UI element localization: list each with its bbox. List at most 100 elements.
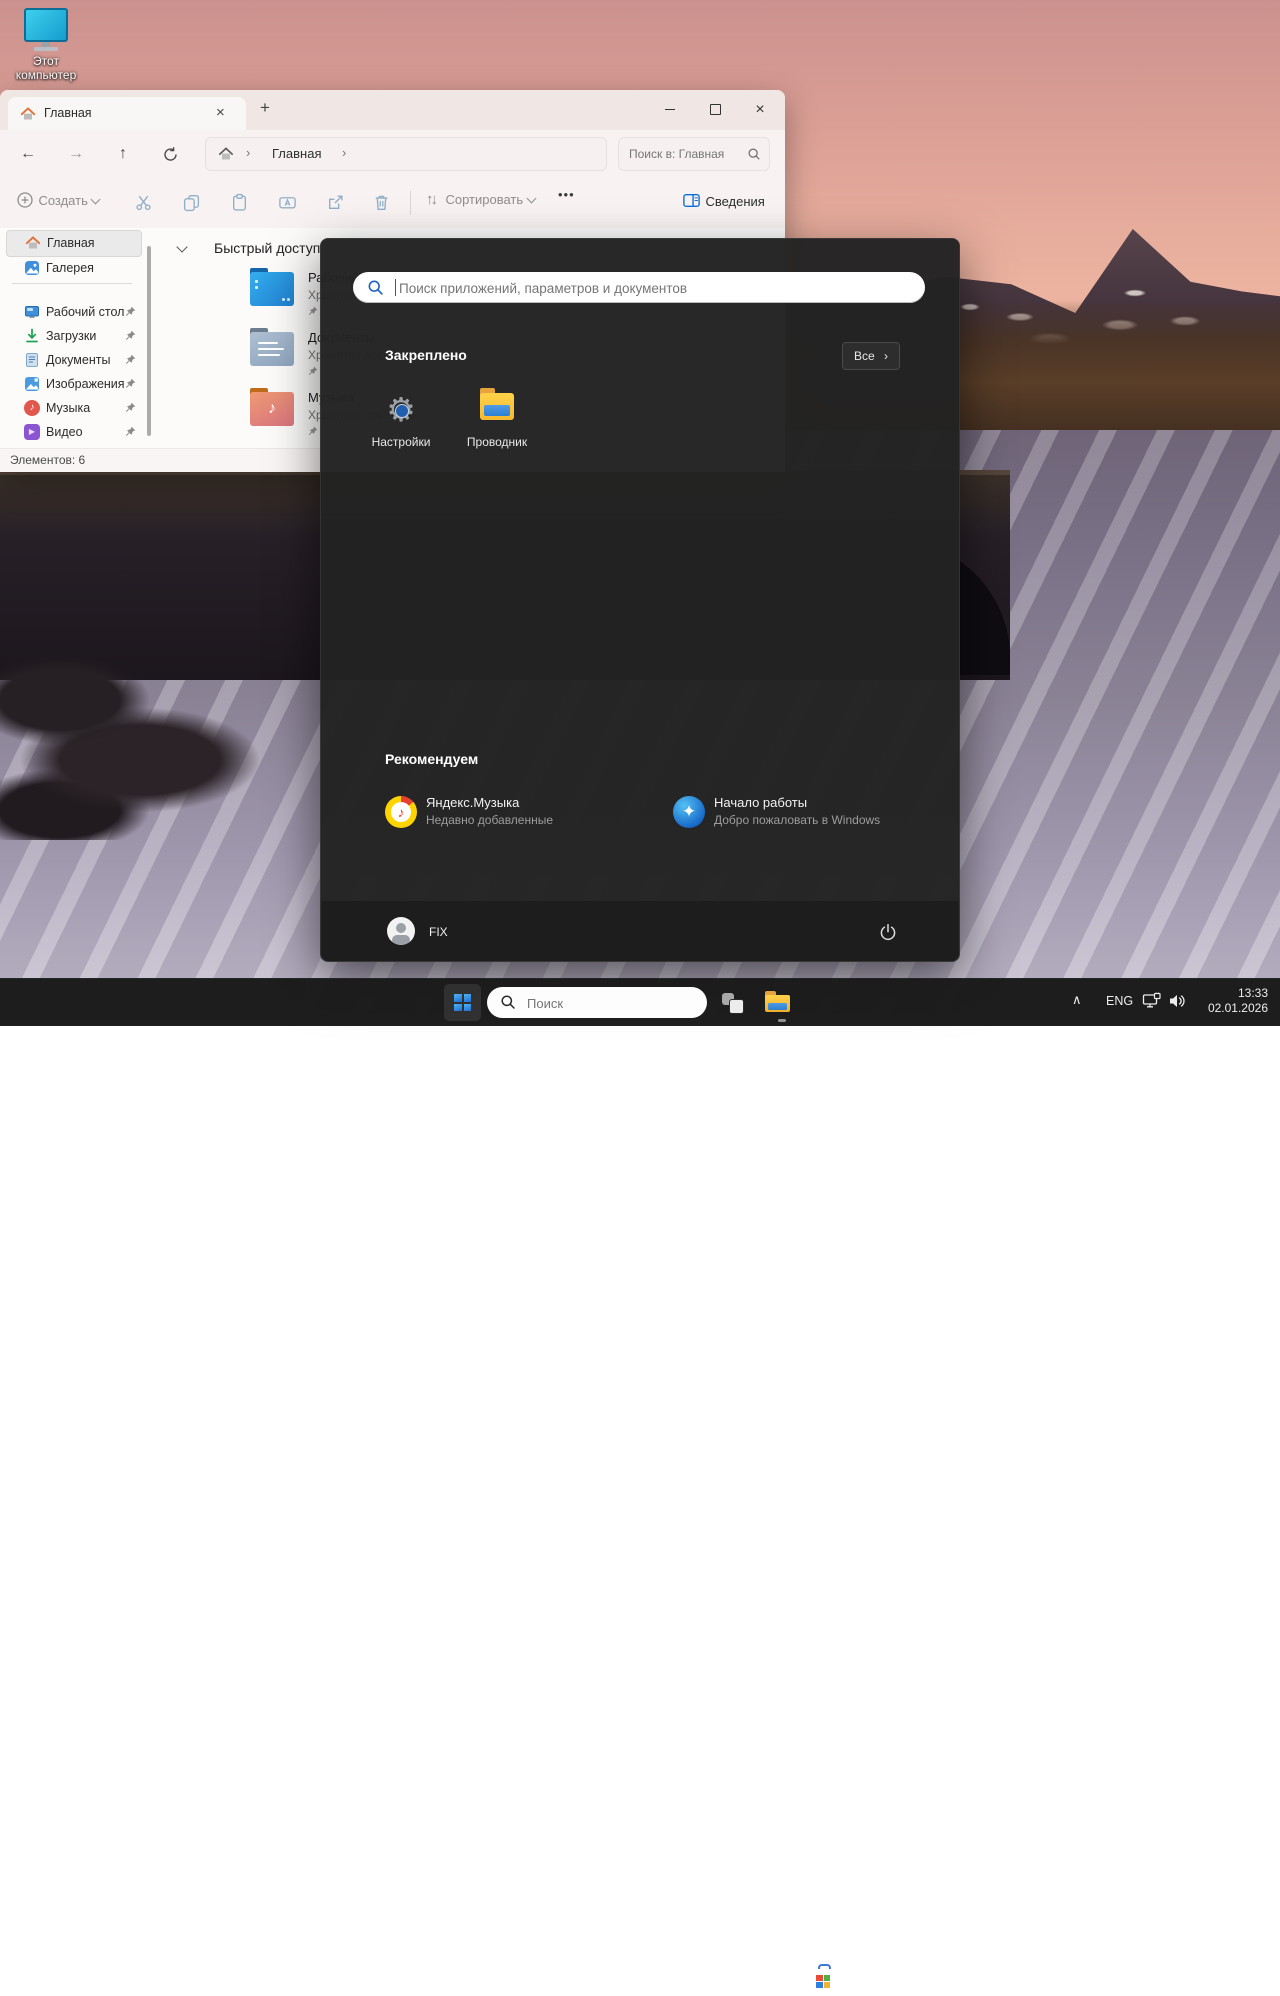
up-icon[interactable]: ↑ [111,142,135,166]
pin-icon [125,378,136,389]
copy-icon[interactable] [182,193,201,212]
user-name[interactable]: FIX [429,925,448,939]
address-bar[interactable]: › Главная › [205,137,607,171]
paste-icon[interactable] [230,193,249,212]
sidebar-label: Главная [47,236,95,250]
quick-access-header[interactable]: Быстрый доступ [178,240,186,258]
taskbar-search-box[interactable] [487,987,707,1018]
pin-icon [125,306,136,317]
sidebar-scrollbar[interactable] [147,246,151,436]
tab-title: Главная [44,106,92,120]
minimize-button[interactable] [653,98,687,122]
recommended-item-get-started[interactable]: ✦ Начало работы Добро пожаловать в Windo… [657,790,937,840]
folder-icon-documents [250,332,294,366]
recommended-section-header: Рекомендуем [385,751,478,767]
user-avatar[interactable] [387,917,415,945]
forward-icon[interactable]: → [64,142,88,166]
start-search-input[interactable] [397,276,911,300]
sidebar-label: Видео [46,425,83,439]
sort-button[interactable]: ↑↓ Сортировать [426,191,535,209]
all-apps-button[interactable]: Все › [842,342,900,370]
pinned-app-settings[interactable]: ⚙ Настройки [353,387,449,469]
close-button[interactable]: × [743,98,777,122]
folder-icon-music: ♪ [250,392,294,426]
search-icon [500,994,516,1010]
recommended-subtitle: Добро пожаловать в Windows [714,813,880,827]
chevron-right-icon: › [884,349,888,363]
pin-icon [308,306,318,316]
language-indicator[interactable]: ENG [1106,994,1133,1008]
share-icon[interactable] [326,193,345,212]
pin-icon [125,402,136,413]
gallery-icon [24,260,40,276]
file-explorer-icon [480,393,514,427]
volume-icon[interactable] [1168,992,1188,1010]
sidebar-divider [12,283,132,284]
yandex-music-icon: ♪ [385,796,417,828]
sidebar-item-pictures[interactable]: Изображения [6,372,140,397]
sidebar-label: Галерея [46,261,94,275]
explorer-search-input[interactable] [627,142,743,166]
refresh-icon[interactable] [162,146,179,163]
text-caret [395,279,396,296]
maximize-button[interactable] [698,98,732,122]
network-icon[interactable] [1142,992,1162,1010]
sort-label: Сортировать [445,192,523,207]
explorer-search-box[interactable] [618,137,770,171]
sidebar-label: Загрузки [46,329,96,343]
sidebar-item-gallery[interactable]: Галерея [6,256,140,281]
back-icon[interactable]: ← [16,142,40,166]
pinned-app-label: Настройки [353,435,449,449]
pin-icon [308,366,318,376]
breadcrumb-location[interactable]: Главная [272,146,321,161]
sidebar-item-desktop[interactable]: Рабочий стол [6,300,140,325]
toolbar-divider [410,191,411,215]
plus-circle-icon [16,191,34,209]
file-explorer-icon [765,995,790,1013]
desktop-icon-this-pc[interactable]: Этоткомпьютер [6,8,86,82]
sidebar-label: Музыка [46,401,90,415]
start-menu: Закреплено Все › ⚙ Настройки Проводник Р… [320,238,960,962]
taskbar-store-button[interactable] [809,1964,839,1996]
details-toggle[interactable]: Сведения [682,191,765,211]
taskbar-search-input[interactable] [525,991,689,1015]
chevron-down-icon [91,195,101,205]
breadcrumb-chevron-tail: › [342,145,346,160]
tray-date: 02.01.2026 [1192,1001,1268,1016]
more-options-button[interactable]: ••• [558,187,575,202]
sidebar-item-home[interactable]: Главная [6,230,142,257]
delete-icon[interactable] [372,193,391,212]
sidebar-item-videos[interactable]: ▶ Видео [6,420,140,445]
recommended-subtitle: Недавно добавленные [426,813,553,827]
start-menu-user-bar: FIX [321,901,959,961]
item-count: Элементов: 6 [10,453,85,467]
start-search-box[interactable] [353,272,925,303]
monitor-base [34,47,58,51]
create-button[interactable]: Создать [16,191,99,210]
sidebar-item-downloads[interactable]: Загрузки [6,324,140,349]
task-view-button[interactable] [716,986,750,1020]
pictures-icon [24,376,40,392]
start-button[interactable] [444,984,481,1021]
section-title: Быстрый доступ [214,240,320,256]
sort-arrows-icon: ↑↓ [426,191,435,208]
taskbar-file-explorer-button[interactable] [760,986,794,1020]
pinned-app-explorer[interactable]: Проводник [449,387,545,469]
power-icon[interactable] [879,923,897,941]
monitor-icon [24,8,68,42]
explorer-tab-home[interactable]: Главная × [8,97,246,130]
desktop-icon [24,304,40,320]
new-tab-button[interactable]: + [260,98,270,118]
tray-chevron-up-icon[interactable]: ∧ [1072,992,1082,1008]
cut-icon[interactable] [134,193,153,212]
clock[interactable]: 13:33 02.01.2026 [1192,986,1268,1016]
tab-close-icon[interactable]: × [216,104,225,121]
sidebar-item-documents[interactable]: Документы [6,348,140,373]
pinned-section-header: Закреплено [385,347,467,363]
explorer-command-bar: Создать ↑↓ Сорт [0,178,785,229]
recommended-item-yandex-music[interactable]: ♪ Яндекс.Музыка Недавно добавленные [369,790,649,840]
sidebar-item-music[interactable]: ♪ Музыка [6,396,140,421]
rename-icon[interactable] [278,193,297,212]
settings-gear-icon: ⚙ [384,393,418,427]
wallpaper-rocky-bank [0,640,320,840]
